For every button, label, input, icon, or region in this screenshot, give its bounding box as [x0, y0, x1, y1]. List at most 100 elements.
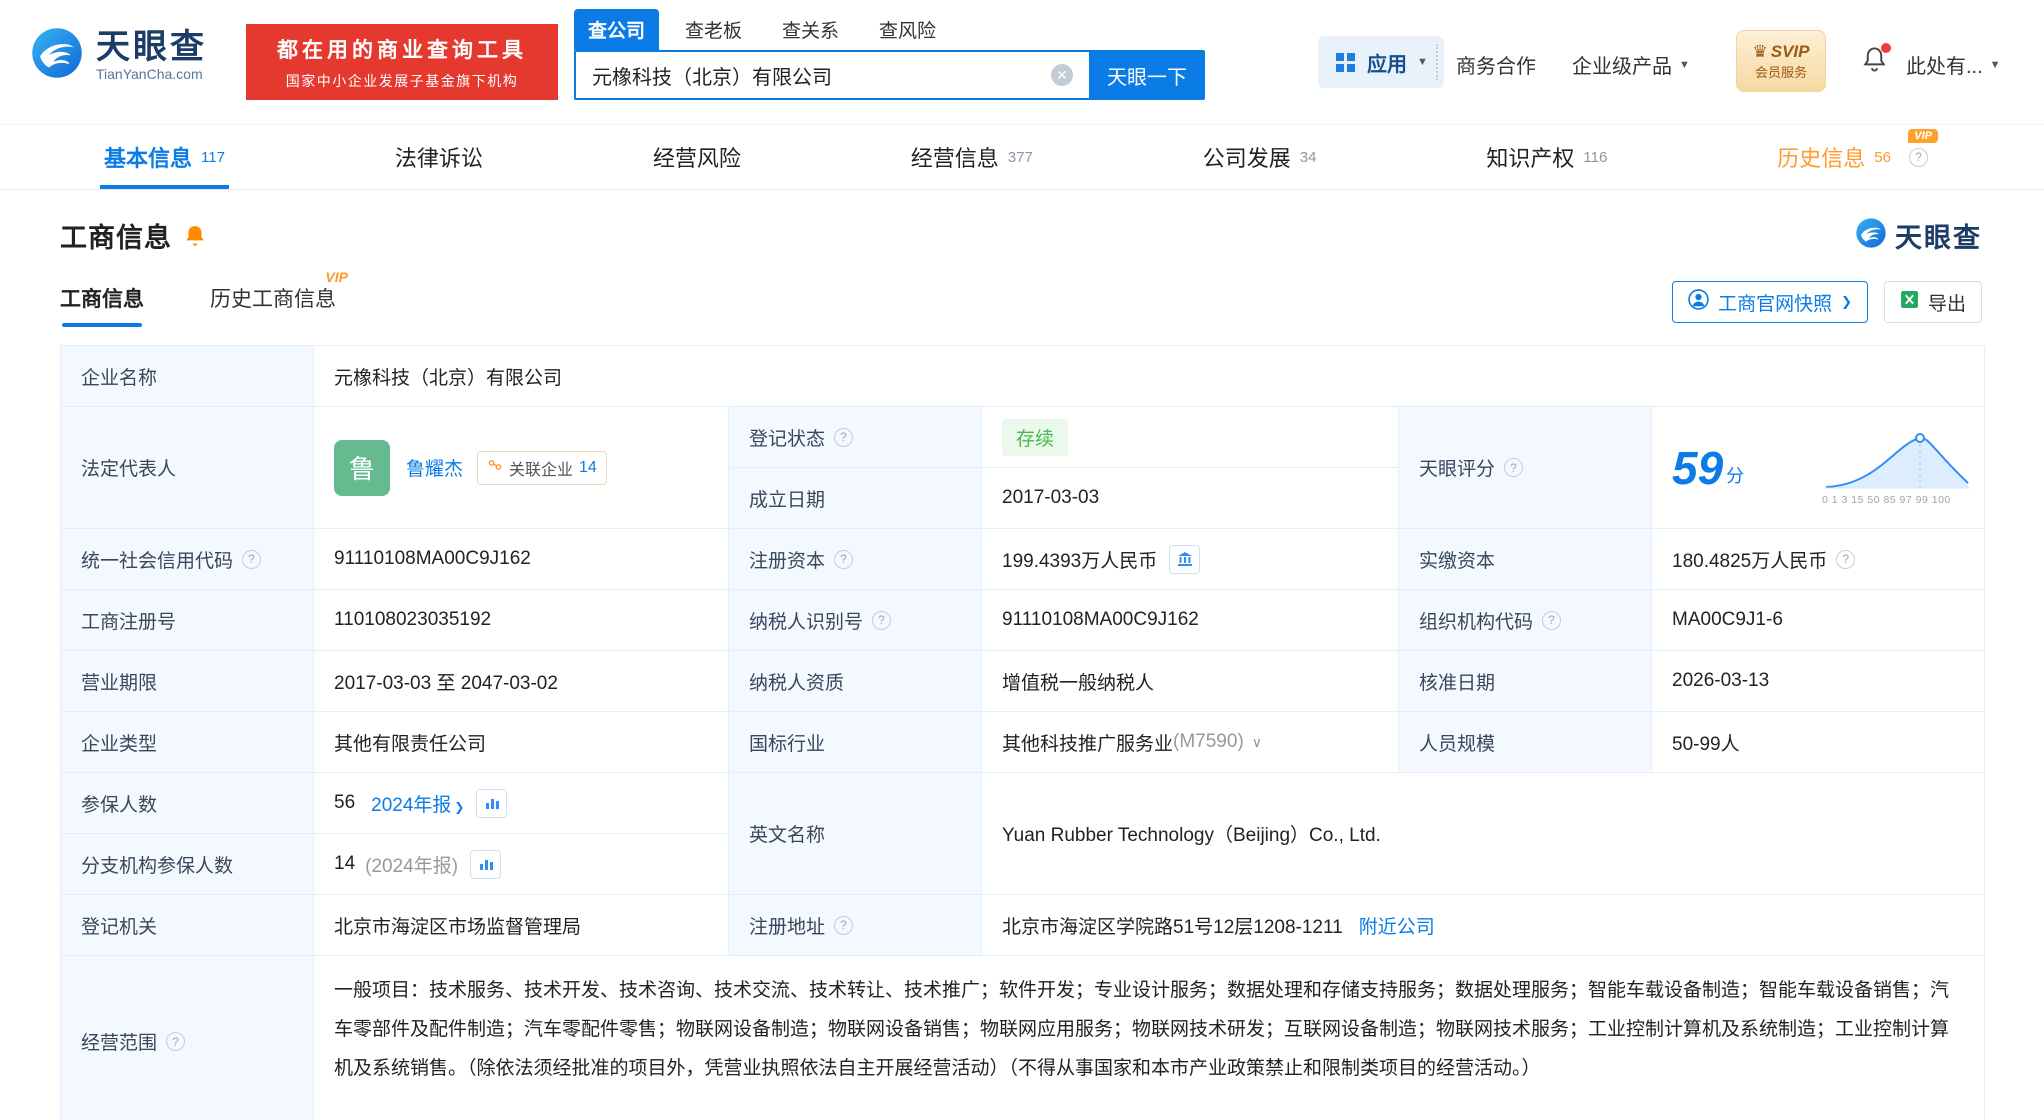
- clear-search-icon[interactable]: ✕: [1051, 64, 1073, 86]
- tab-label: 公司发展: [1202, 146, 1291, 171]
- brand-domain: TianYanCha.com: [96, 66, 203, 83]
- reg-authority-value: 北京市海淀区市场监督管理局: [314, 895, 729, 956]
- capital-bank-icon[interactable]: [1169, 544, 1201, 574]
- insured-value: 56 2024年报 ❯: [314, 773, 729, 834]
- label-text: 注册资本: [749, 550, 826, 572]
- business-coop-link[interactable]: 商务合作: [1456, 50, 1536, 79]
- export-button[interactable]: 导出: [1883, 281, 1982, 323]
- subtab-label: 历史工商信息: [210, 288, 336, 311]
- help-icon[interactable]: ?: [1908, 147, 1928, 167]
- subscribe-bell-icon[interactable]: [184, 224, 206, 248]
- notifications-bell-icon[interactable]: [1862, 43, 1891, 78]
- chevron-down-icon[interactable]: ∨: [1252, 734, 1262, 751]
- tab-count: 56: [1874, 148, 1891, 166]
- help-icon[interactable]: ?: [834, 427, 854, 447]
- chevron-down-icon: ▼: [1679, 58, 1690, 71]
- header-divider: [1436, 44, 1438, 80]
- related-companies-count: 14: [579, 458, 597, 476]
- vip-badge: VIP: [1908, 129, 1938, 143]
- tab-intellectual-property[interactable]: 知识产权 116: [1486, 125, 1607, 189]
- promo-line2: 国家中小企业发展子基金旗下机构: [285, 72, 519, 89]
- tianyancha-logo-icon: [30, 26, 84, 85]
- company-type-label: 企业类型: [61, 712, 314, 773]
- reg-number-label: 工商注册号: [61, 590, 314, 651]
- credit-code-label: 统一社会信用代码 ?: [61, 529, 314, 590]
- value-text: 56: [334, 792, 356, 813]
- org-code-label: 组织机构代码 ?: [1399, 590, 1652, 651]
- legal-rep-name-link[interactable]: 鲁耀杰: [406, 454, 463, 481]
- score-unit: 分: [1726, 465, 1745, 486]
- search-input[interactable]: [574, 50, 1089, 100]
- search-tab-relation[interactable]: 查关系: [768, 9, 853, 50]
- search-button[interactable]: 天眼一下: [1089, 50, 1205, 100]
- enterprise-product-link[interactable]: 企业级产品 ▼: [1572, 50, 1690, 79]
- label-text: 纳税人识别号: [749, 611, 864, 633]
- subtab-history-business-info[interactable]: 历史工商信息 VIP: [210, 269, 348, 327]
- tab-basic-info[interactable]: 基本信息 117: [100, 125, 229, 189]
- apps-menu[interactable]: 应用 ▼: [1318, 36, 1444, 88]
- help-icon[interactable]: ?: [1836, 549, 1856, 569]
- enterprise-product-label: 企业级产品: [1572, 56, 1672, 78]
- svip-member-button[interactable]: ♛ SVIP 会员服务: [1736, 30, 1826, 92]
- search-tab-risk[interactable]: 查风险: [865, 9, 950, 50]
- english-name-label: 英文名称: [729, 773, 982, 895]
- help-icon[interactable]: ?: [1504, 458, 1524, 477]
- help-icon[interactable]: ?: [834, 549, 854, 569]
- tab-history-info[interactable]: 历史信息 56 ? VIP: [1777, 125, 1938, 189]
- reg-status-value: 存续: [982, 407, 1399, 468]
- search-tab-company[interactable]: 查公司: [574, 9, 660, 50]
- business-scope-label: 经营范围 ?: [61, 956, 314, 1120]
- tab-company-development[interactable]: 公司发展 34: [1203, 125, 1317, 189]
- company-name-label: 企业名称: [61, 346, 314, 407]
- legal-rep-avatar: 鲁: [334, 439, 390, 496]
- branch-insured-chart-icon[interactable]: [470, 849, 502, 879]
- person-circle-icon: [1688, 288, 1709, 316]
- help-icon[interactable]: ?: [1542, 610, 1562, 630]
- related-companies-label: 关联企业: [509, 461, 574, 479]
- reg-status-label: 登记状态 ?: [729, 407, 982, 468]
- tab-label: 经营信息: [910, 146, 999, 171]
- reg-address-label: 注册地址 ?: [729, 895, 982, 956]
- label-text: 组织机构代码: [1419, 611, 1534, 633]
- taxpayer-quality-value: 增值税一般纳税人: [982, 651, 1399, 712]
- related-companies-tag[interactable]: 关联企业 14: [477, 450, 607, 485]
- member-service-label: 会员服务: [1754, 64, 1807, 80]
- reg-capital-label: 注册资本 ?: [729, 529, 982, 590]
- search-tab-boss[interactable]: 查老板: [671, 9, 756, 50]
- vip-badge: VIP: [325, 269, 348, 285]
- tab-operating-info[interactable]: 经营信息 377: [911, 125, 1033, 189]
- site-logo[interactable]: 天眼查 TianYanCha.com: [30, 26, 207, 85]
- nearby-companies-link[interactable]: 附近公司: [1359, 912, 1435, 939]
- notification-dot: [1881, 43, 1891, 53]
- tab-count: 117: [201, 148, 225, 166]
- tab-legal-proceedings[interactable]: 法律诉讼: [395, 125, 483, 189]
- credit-code-value: 91110108MA00C9J162: [314, 529, 729, 590]
- user-menu[interactable]: 此处有... ▼: [1906, 50, 2001, 79]
- taxpayer-quality-label: 纳税人资质: [729, 651, 982, 712]
- insured-chart-icon[interactable]: [476, 788, 508, 818]
- annual-report-label: 2024年报: [371, 794, 452, 816]
- annual-report-link[interactable]: 2024年报 ❯: [371, 790, 464, 817]
- help-icon[interactable]: ?: [242, 549, 262, 569]
- approval-date-value: 2026-03-13: [1652, 651, 1985, 712]
- value-text: 199.4393万人民币: [1002, 550, 1158, 572]
- help-icon[interactable]: ?: [834, 915, 854, 935]
- establish-date-value: 2017-03-03: [982, 468, 1399, 529]
- crown-icon: ♛: [1752, 41, 1768, 61]
- company-name-value: 元橡科技（北京）有限公司: [314, 346, 1985, 407]
- tab-count: 377: [1007, 148, 1033, 166]
- help-icon[interactable]: ?: [166, 1032, 186, 1051]
- brand-name: 天眼查: [96, 27, 207, 66]
- tab-operating-risk[interactable]: 经营风险: [653, 125, 741, 189]
- section-brand-logo: 天眼查: [1855, 216, 1982, 255]
- official-snapshot-button[interactable]: 工商官网快照 ❯: [1672, 281, 1868, 323]
- label-text: 统一社会信用代码: [81, 550, 234, 572]
- approval-date-label: 核准日期: [1399, 651, 1652, 712]
- business-term-label: 营业期限: [61, 651, 314, 712]
- value-text: 14: [334, 853, 356, 874]
- branch-insured-value: 14 (2024年报): [314, 834, 729, 895]
- subtab-business-info[interactable]: 工商信息: [60, 283, 144, 327]
- snapshot-button-label: 工商官网快照: [1718, 293, 1833, 315]
- export-button-label: 导出: [1927, 293, 1966, 315]
- help-icon[interactable]: ?: [872, 610, 892, 630]
